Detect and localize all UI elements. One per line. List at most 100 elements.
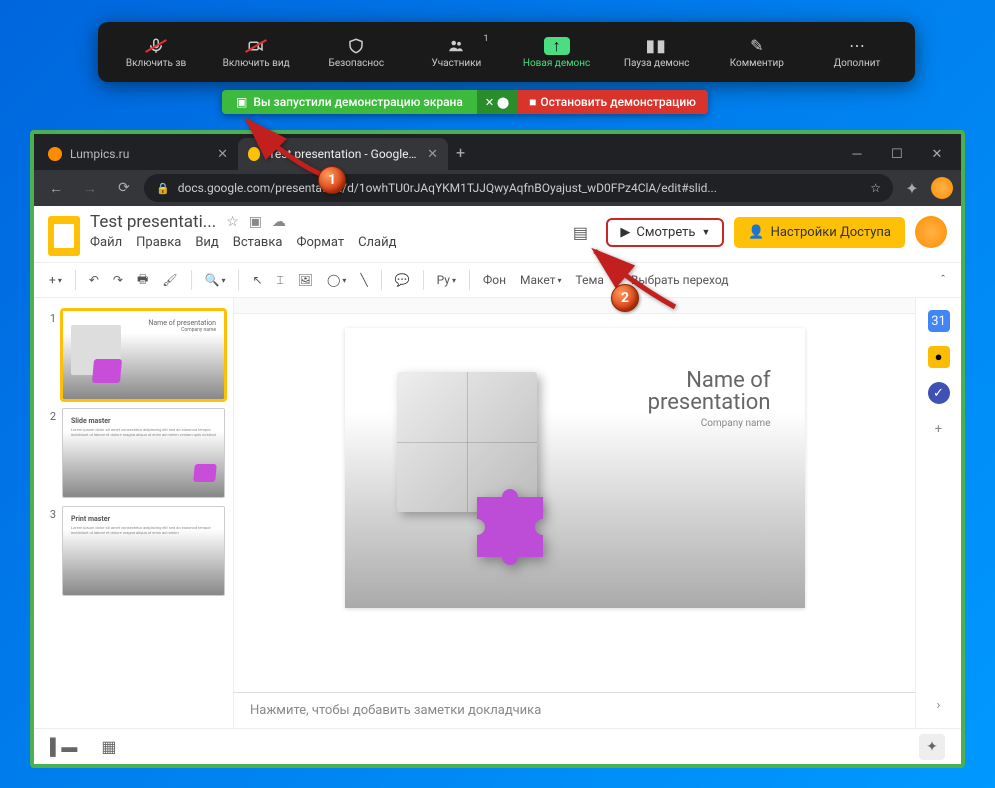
select-tool[interactable]: ↖ [247, 269, 267, 291]
slides-logo-icon[interactable] [48, 216, 80, 256]
tab-close-icon[interactable]: ✕ [217, 147, 228, 162]
star-icon[interactable]: ☆ [226, 214, 239, 230]
menu-file[interactable]: Файл [90, 235, 122, 250]
collapse-toolbar-button[interactable]: ˆ [935, 269, 951, 291]
comments-button[interactable]: ▤ [564, 216, 596, 248]
menu-edit[interactable]: Правка [136, 235, 181, 250]
thumbnail-row[interactable]: 1 Name of presentationCompany name [34, 306, 233, 404]
print-button[interactable]: 🖶 [132, 266, 153, 295]
layout-button[interactable]: Макет ▾ [515, 269, 566, 291]
menu-view[interactable]: Вид [195, 235, 218, 250]
image-tool[interactable]: 🖼 [293, 269, 318, 291]
thumb-number: 2 [42, 408, 56, 498]
zoom-unmute-label: Включить зв [126, 58, 186, 69]
profile-avatar[interactable] [931, 177, 953, 199]
thumbnail-panel[interactable]: 1 Name of presentationCompany name 2 Sli… [34, 298, 234, 728]
window-maximize-button[interactable]: ☐ [877, 138, 917, 170]
thumb-number: 3 [42, 506, 56, 596]
window-controls: ─ ☐ ✕ [837, 138, 957, 170]
workspace: 1 Name of presentationCompany name 2 Sli… [34, 298, 961, 728]
star-icon[interactable]: ☆ [870, 181, 881, 195]
new-tab-button[interactable]: + [448, 143, 473, 162]
zoom-more-button[interactable]: ⋯ Дополнит [807, 32, 907, 73]
textbox-tool[interactable]: ⌶ [272, 269, 289, 292]
cloud-icon[interactable]: ☁ [272, 214, 286, 230]
thumbnail-1[interactable]: Name of presentationCompany name [62, 310, 225, 400]
present-label: Смотреть [636, 225, 695, 240]
explore-button[interactable]: ✦ [919, 734, 945, 760]
present-button[interactable]: ▶ Смотреть ▼ [606, 218, 724, 247]
browser-titlebar: Lumpics.ru ✕ Test presentation - Google … [34, 134, 961, 170]
omnibox[interactable]: 🔒 docs.google.com/presentation/d/1owhTU0… [144, 174, 893, 202]
app-header: Test presentati... ☆ ▣ ☁ Файл Правка Вид… [34, 206, 961, 256]
comment-tool[interactable]: 💬 [390, 269, 415, 291]
slide-subtitle: Company name [631, 418, 771, 429]
undo-button[interactable]: ↶ [84, 269, 104, 291]
zoom-video-label: Включить вид [223, 58, 290, 69]
zoom-video-button[interactable]: Включить вид [206, 32, 306, 73]
menu-format[interactable]: Формат [296, 235, 344, 250]
shape-tool[interactable]: ◯ ▾ [322, 269, 351, 291]
filmstrip-view-button[interactable]: ▌▬ [50, 737, 77, 757]
zoom-security-label: Безопаснос [329, 58, 385, 69]
tab-close-icon[interactable]: ✕ [427, 147, 438, 162]
window-minimize-button[interactable]: ─ [837, 138, 877, 170]
nav-forward-button[interactable]: → [76, 180, 104, 197]
new-slide-button[interactable]: + ▾ [44, 269, 67, 291]
lock-icon: 🔒 [156, 182, 170, 195]
zoom-pause-button[interactable]: ▮▮ Пауза демонс [607, 32, 707, 73]
tasks-icon[interactable]: ✓ [928, 382, 950, 404]
canvas[interactable]: Name of presentation Company name [234, 314, 915, 692]
paint-button[interactable]: 🖌 [157, 269, 182, 291]
browser-tab-1[interactable]: Lumpics.ru ✕ [38, 138, 238, 170]
favicon-icon [248, 147, 260, 161]
thumbnail-row[interactable]: 3 Print masterLorem ipsum dolor sit amet… [34, 502, 233, 600]
thumbnail-row[interactable]: 2 Slide masterLorem ipsum dolor sit amet… [34, 404, 233, 502]
theme-button[interactable]: Тема [571, 269, 609, 291]
bottom-bar: ▌▬ ▦ ✦ [34, 728, 961, 764]
address-bar: ← → ⟳ 🔒 docs.google.com/presentation/d/1… [34, 170, 961, 206]
redo-button[interactable]: ↷ [108, 269, 128, 291]
slide-title: Name of presentation [631, 370, 771, 414]
transition-button[interactable]: Выбрать переход [626, 269, 734, 291]
nav-reload-button[interactable]: ⟳ [110, 180, 138, 196]
ruler [234, 298, 915, 314]
doc-area: Test presentati... ☆ ▣ ☁ Файл Правка Вид… [90, 212, 554, 250]
zoom-annotate-button[interactable]: ✎ Комментир [707, 32, 807, 73]
screen-icon: ▣ [236, 95, 247, 109]
thumbnail-3[interactable]: Print masterLorem ipsum dolor sit amet c… [62, 506, 225, 596]
zoom-unmute-button[interactable]: Включить зв [106, 32, 206, 73]
slide-title-block[interactable]: Name of presentation Company name [631, 370, 771, 429]
window-close-button[interactable]: ✕ [917, 138, 957, 170]
user-avatar[interactable] [915, 216, 947, 248]
zoom-security-button[interactable]: Безопаснос [306, 32, 406, 73]
slide[interactable]: Name of presentation Company name [345, 328, 805, 608]
stop-share-button[interactable]: ■ Остановить демонстрацию [517, 90, 708, 114]
share-button[interactable]: 👤 Настройки Доступа [734, 217, 905, 248]
browser-tab-2[interactable]: Test presentation - Google През ✕ [238, 138, 448, 170]
collapse-sidepanel-button[interactable]: › [928, 694, 950, 716]
move-icon[interactable]: ▣ [249, 214, 262, 230]
favicon-icon [48, 147, 62, 161]
zoom-share-button[interactable]: ↑ Новая демонс [507, 32, 607, 73]
addons-button[interactable]: + [928, 418, 950, 440]
person-icon: 👤 [748, 225, 764, 240]
keep-icon[interactable]: ● [928, 346, 950, 368]
zoom-button[interactable]: 🔍 ▾ [200, 269, 231, 291]
background-button[interactable]: Фон [478, 269, 511, 291]
nav-back-button[interactable]: ← [42, 180, 70, 197]
doc-title[interactable]: Test presentati... [90, 212, 216, 232]
stop-icon: ■ [529, 95, 536, 109]
canvas-area: Name of presentation Company name Нажмит… [234, 298, 915, 728]
grid-view-button[interactable]: ▦ [101, 737, 116, 756]
speaker-notes[interactable]: Нажмите, чтобы добавить заметки докладчи… [234, 692, 915, 728]
extensions-button[interactable]: ✦ [899, 179, 925, 198]
menu-slide[interactable]: Слайд [358, 235, 396, 250]
line-tool[interactable]: ╲ [355, 269, 372, 291]
font-selector[interactable]: Ру ▾ [432, 269, 461, 291]
puzzle-graphic [397, 372, 577, 552]
menu-insert[interactable]: Вставка [233, 235, 283, 250]
calendar-icon[interactable]: 31 [928, 310, 950, 332]
thumbnail-2[interactable]: Slide masterLorem ipsum dolor sit amet c… [62, 408, 225, 498]
zoom-participants-button[interactable]: 1 Участники [406, 32, 506, 73]
